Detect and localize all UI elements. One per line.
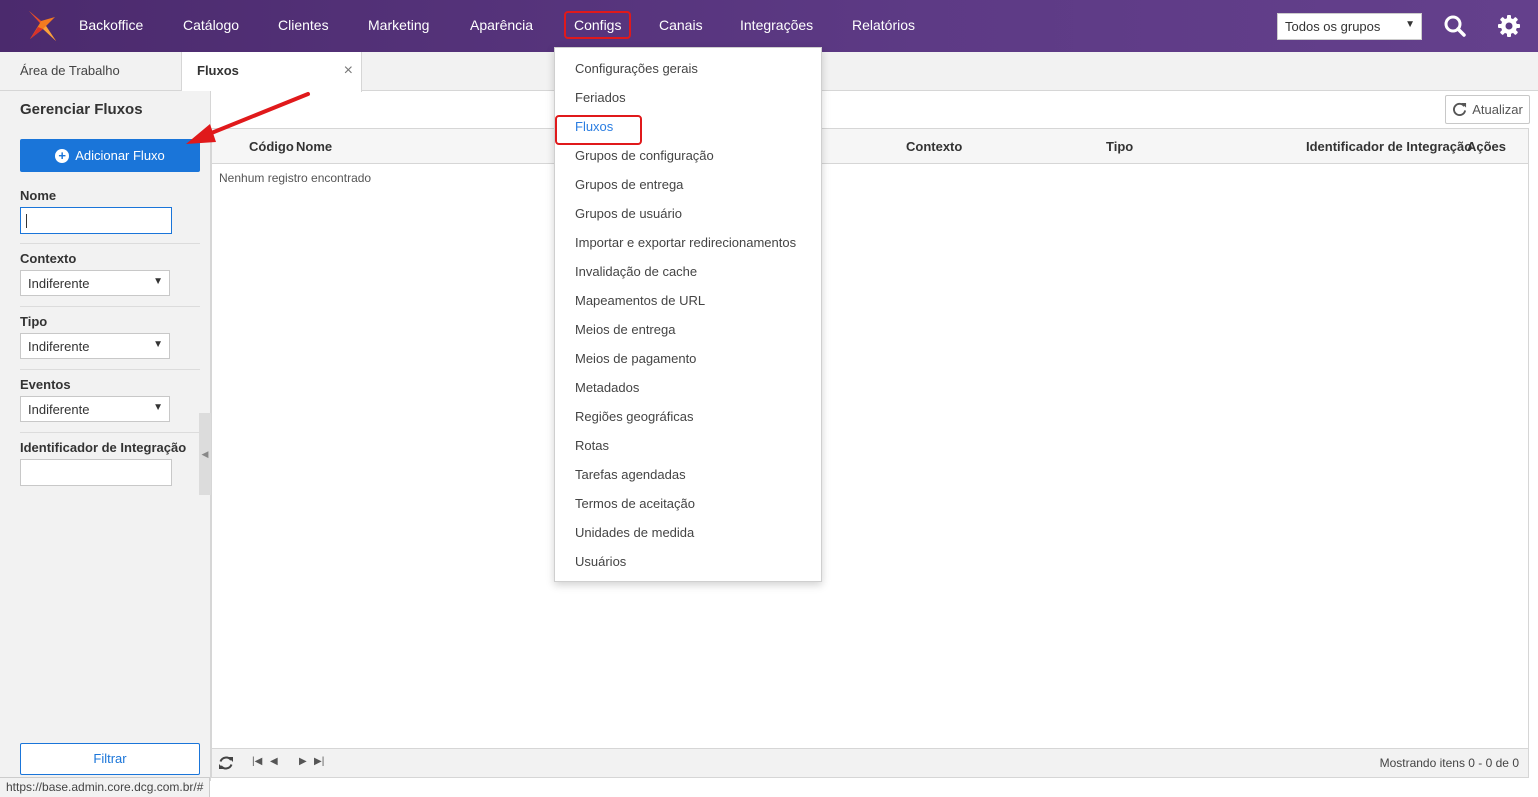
menu-item-unidades-de-medida[interactable]: Unidades de medida [575,525,694,540]
text-cursor [26,214,27,228]
add-flow-button[interactable]: + Adicionar Fluxo [20,139,200,172]
menu-item-mapeamentos-de-url[interactable]: Mapeamentos de URL [575,293,705,308]
nav-canais[interactable]: Canais [659,17,703,33]
contexto-label: Contexto [20,251,77,266]
menu-item-meios-de-pagamento[interactable]: Meios de pagamento [575,351,696,366]
nome-input[interactable] [20,207,172,234]
nav-backoffice[interactable]: Backoffice [79,17,143,33]
tipo-select-value: Indiferente [28,339,90,354]
menu-item-configuracoes-gerais[interactable]: Configurações gerais [575,61,698,76]
tab-fluxos[interactable]: Fluxos × [181,52,362,92]
nav-aparencia[interactable]: Aparência [470,17,533,33]
brand-logo-icon[interactable] [26,9,58,43]
nav-relatorios[interactable]: Relatórios [852,17,915,33]
integracao-input[interactable] [20,459,172,486]
menu-item-metadados[interactable]: Metadados [575,380,639,395]
contexto-select-value: Indiferente [28,276,90,291]
menu-item-grupos-de-usuario[interactable]: Grupos de usuário [575,206,682,221]
menu-item-fluxos[interactable]: Fluxos [575,119,613,134]
divider [20,243,200,244]
eventos-label: Eventos [20,377,71,392]
menu-item-meios-de-entrega[interactable]: Meios de entrega [575,322,675,337]
refresh-icon [1453,102,1467,117]
column-header-nome[interactable]: Nome [296,139,332,154]
menu-item-usuarios[interactable]: Usuários [575,554,626,569]
chevron-down-icon: ▼ [153,276,163,287]
divider [20,369,200,370]
empty-message: Nenhum registro encontrado [219,171,372,185]
divider [20,306,200,307]
group-select[interactable]: Todos os grupos ▼ [1277,13,1422,40]
column-header-codigo[interactable]: Código [249,139,294,154]
nome-label: Nome [20,188,57,203]
reload-icon[interactable] [218,755,234,771]
menu-item-regioes-geograficas[interactable]: Regiões geográficas [575,409,694,424]
column-header-tipo[interactable]: Tipo [1106,139,1133,154]
column-header-contexto[interactable]: Contexto [906,139,962,154]
tab-area-de-trabalho[interactable]: Área de Trabalho [0,52,181,91]
grid-pager: |◀ ◀ ▶ ▶| Mostrando itens 0 - 0 de 0 [212,748,1528,777]
nav-catalogo[interactable]: Catálogo [183,17,239,33]
gear-icon[interactable] [1497,14,1521,38]
tipo-select[interactable]: Indiferente ▼ [20,333,170,359]
menu-item-grupos-de-entrega[interactable]: Grupos de entrega [575,177,683,192]
refresh-button[interactable]: Atualizar [1445,95,1530,124]
close-icon[interactable]: × [344,52,353,89]
divider [20,432,200,433]
menu-item-grupos-de-configuracao[interactable]: Grupos de configuração [575,148,714,163]
grid-header: Código Nome Contexto Tipo Identificador … [212,129,1528,164]
collapse-sidebar-handle[interactable]: ◀ [199,413,211,495]
integracao-label: Identificador de Integração [20,440,187,455]
chevron-down-icon: ▼ [153,402,163,413]
plus-circle-icon: + [55,148,70,163]
contexto-select[interactable]: Indiferente ▼ [20,270,170,296]
menu-item-importar-exportar-redirecionamentos[interactable]: Importar e exportar redirecionamentos [575,235,796,250]
pager-info: Mostrando itens 0 - 0 de 0 [1379,756,1519,770]
top-navigation-bar: Backoffice Catálogo Clientes Marketing A… [0,0,1538,52]
first-page-icon[interactable]: |◀ [252,756,262,767]
nav-marketing[interactable]: Marketing [368,17,429,33]
column-header-acoes: Ações [1467,139,1507,154]
refresh-button-label: Atualizar [1472,102,1523,117]
nav-configs[interactable]: Configs [564,11,632,39]
configs-dropdown-menu: Configurações gerais Feriados Fluxos Gru… [554,47,822,582]
tab-fluxos-label: Fluxos [197,63,239,78]
menu-item-termos-de-aceitacao[interactable]: Termos de aceitação [575,496,695,511]
chevron-down-icon: ▼ [1405,19,1415,30]
prev-page-icon[interactable]: ◀ [270,756,278,767]
flows-grid: Código Nome Contexto Tipo Identificador … [211,128,1529,778]
last-page-icon[interactable]: ▶| [314,756,324,767]
column-header-identificador[interactable]: Identificador de Integração [1306,139,1472,154]
nav-clientes[interactable]: Clientes [278,17,329,33]
nav-integracoes[interactable]: Integrações [740,17,813,33]
menu-item-rotas[interactable]: Rotas [575,438,609,453]
group-select-value: Todos os grupos [1285,19,1381,34]
search-icon[interactable] [1443,14,1467,38]
page-title: Gerenciar Fluxos [20,101,143,118]
filter-sidebar: Gerenciar Fluxos + Adicionar Fluxo Nome … [0,91,211,781]
menu-item-tarefas-agendadas[interactable]: Tarefas agendadas [575,467,686,482]
next-page-icon[interactable]: ▶ [299,756,307,767]
menu-item-invalidacao-de-cache[interactable]: Invalidação de cache [575,264,697,279]
menu-item-feriados[interactable]: Feriados [575,90,626,105]
eventos-select[interactable]: Indiferente ▼ [20,396,170,422]
chevron-down-icon: ▼ [153,339,163,350]
add-flow-button-label: Adicionar Fluxo [75,148,165,163]
eventos-select-value: Indiferente [28,402,90,417]
tipo-label: Tipo [20,314,48,329]
status-bar-url: https://base.admin.core.dcg.com.br/# [0,777,211,797]
filter-button[interactable]: Filtrar [20,743,200,775]
